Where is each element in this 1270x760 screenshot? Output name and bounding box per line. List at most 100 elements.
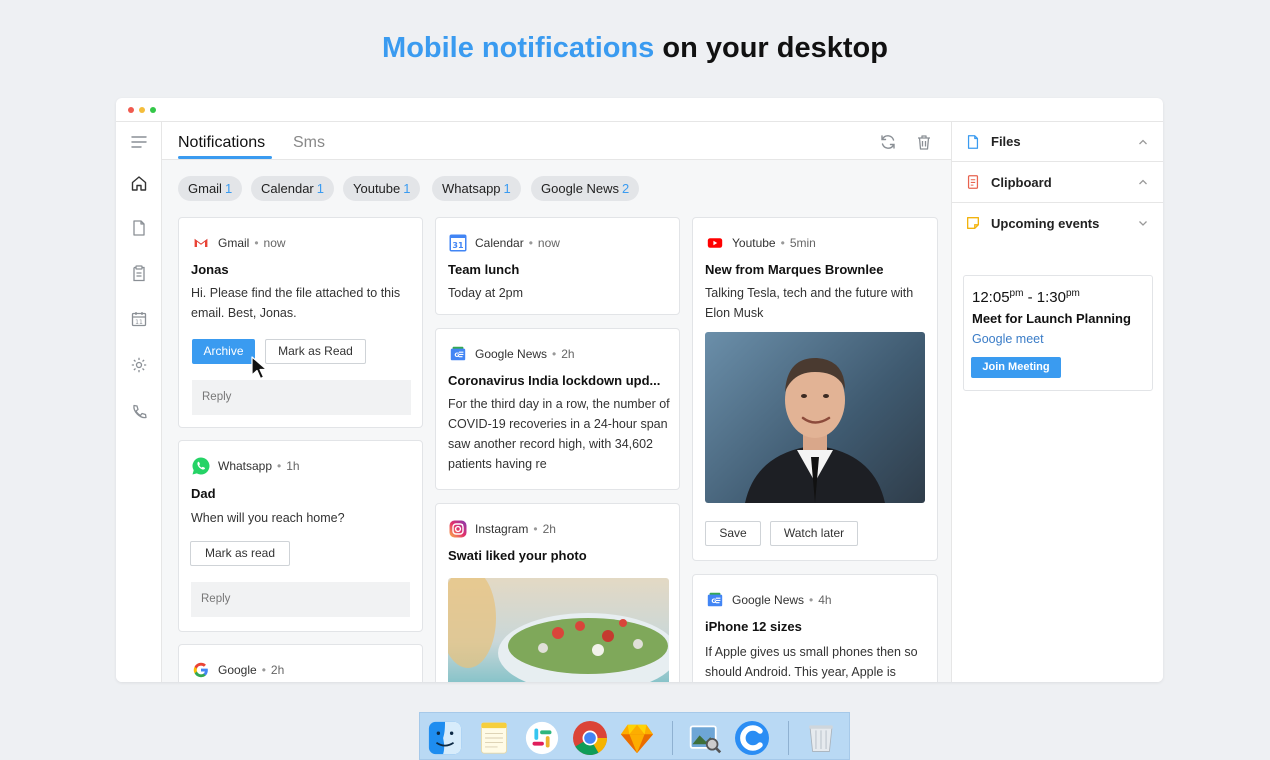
card-body: If Apple gives us small phones then so s… [705,645,918,679]
chip-count: 2 [622,181,630,196]
card-time: 5min [789,236,816,250]
watch-later-button[interactable]: Watch later [770,521,858,546]
tab-sms[interactable]: Sms [293,134,325,152]
notification-card-google-news-2[interactable]: G Google News • 4h iPhone 12 sizes If Appl… [692,574,938,682]
card-app-name: Google [218,663,257,677]
preview-icon[interactable] [686,719,724,757]
filter-chip-gmail[interactable]: Gmail 1 [178,176,243,201]
chevron-up-icon[interactable] [1137,176,1149,188]
notification-card-calendar[interactable]: 31 Calendar • now Team lunch Today at 2pm [435,217,680,315]
headline-accent: Mobile notifications [382,32,655,64]
reply-input[interactable]: Reply [192,380,411,415]
event-location: Google meet [972,332,1044,346]
chevron-down-icon[interactable] [1137,217,1149,229]
reply-input[interactable]: Reply [191,582,410,617]
card-header: G Google News • 2h [448,344,575,364]
card-app-name: Google News [475,347,548,361]
upcoming-events-label: Upcoming events [991,215,1100,231]
tab-bar: Notifications Sms [162,122,951,160]
notifications-panel: Notifications Sms Gmail 1 Calendar 1 Youtu… [162,122,952,682]
svg-text:G: G [711,598,716,605]
chip-label: Whatsapp [442,181,501,196]
event-end: 1:30 [1036,289,1066,306]
slack-icon[interactable] [523,719,561,757]
notification-card-instagram[interactable]: Instagram • 2h Swati liked your photo [435,503,680,682]
chip-count: 1 [503,181,511,196]
archive-button[interactable]: Archive [192,339,255,364]
file-icon[interactable] [129,218,149,238]
calendar-icon-day: 31 [452,241,464,250]
chevron-up-icon[interactable] [1137,136,1149,148]
instagram-icon [448,519,468,539]
notification-card-google[interactable]: Google • 2h [178,644,423,682]
trash-bin-icon[interactable] [802,719,840,757]
video-thumbnail[interactable] [705,332,925,503]
card-title: iPhone 12 sizes [705,619,802,634]
card-app-name: Calendar [475,236,524,250]
filter-chip-calendar[interactable]: Calendar 1 [251,176,334,201]
filter-chip-google-news[interactable]: Google News 2 [531,176,640,201]
app-c-icon[interactable] [733,719,771,757]
clipboard-section-header[interactable]: Clipboard [952,162,1163,203]
card-body: For the third day in a row, the number o… [448,397,670,471]
calendar-icon[interactable]: 11 [129,309,149,329]
home-icon[interactable] [129,173,149,193]
card-app-name: Instagram [475,522,529,536]
headline-rest: on your desktop [654,32,888,64]
close-window-button[interactable] [128,107,134,113]
event-card[interactable]: 12:05pm - 1:30pm Meet for Launch Plannin… [963,275,1153,391]
notes-icon[interactable] [475,719,513,757]
event-start-suffix: pm [1009,288,1024,299]
card-header: Youtube • 5min [705,233,816,253]
side-panel: Files Clipboard Upcoming events 12:05pm … [952,122,1163,682]
sticky-note-icon [964,214,982,232]
notification-card-youtube[interactable]: Youtube • 5min New from Marques Brownlee T… [692,217,938,561]
card-header: Gmail • now [191,233,286,253]
upcoming-events-section-header[interactable]: Upcoming events [952,203,1163,243]
google-news-icon: G [448,344,468,364]
minimize-window-button[interactable] [139,107,145,113]
sketch-icon[interactable] [618,719,656,757]
menu-icon[interactable] [129,132,149,152]
chip-count: 1 [316,181,324,196]
card-time: 4h [818,593,832,607]
nav-rail: 11 [116,122,162,682]
card-time: 2h [542,522,556,536]
zoom-window-button[interactable] [150,107,156,113]
finder-icon[interactable] [426,719,464,757]
filter-chip-whatsapp[interactable]: Whatsapp 1 [432,176,521,201]
files-section-header[interactable]: Files [952,122,1163,162]
gear-icon[interactable] [129,355,149,375]
join-meeting-button[interactable]: Join Meeting [971,357,1061,378]
card-header: 31 Calendar • now [448,233,560,253]
google-calendar-icon: 31 [448,233,468,253]
clipboard-label: Clipboard [991,174,1052,190]
save-button[interactable]: Save [705,521,761,546]
card-title: Team lunch [448,262,520,277]
phone-icon[interactable] [129,402,149,422]
refresh-icon[interactable] [878,132,898,152]
card-time: 2h [561,347,575,361]
card-title: Coronavirus India lockdown upd... [448,373,661,388]
notification-card-google-news-1[interactable]: G Google News • 2h Coronavirus India lockd… [435,328,680,490]
gmail-icon [191,233,211,253]
notification-card-gmail[interactable]: Gmail • now Jonas Hi. Please find the file… [178,217,423,428]
filter-chip-youtube[interactable]: Youtube 1 [343,176,421,201]
tab-notifications[interactable]: Notifications [178,134,265,152]
card-header: Google • 2h [191,660,284,680]
dock [419,712,850,760]
card-app-name: Google News [732,593,805,607]
card-time: 2h [270,663,285,677]
files-label: Files [991,134,1021,149]
clipboard-icon[interactable] [129,263,149,283]
chrome-icon[interactable] [571,719,609,757]
chip-count: 1 [403,181,411,196]
notification-card-whatsapp[interactable]: Whatsapp • 1h Dad When will you reach home… [178,440,423,632]
mark-as-read-button[interactable]: Mark as read [190,541,290,566]
trash-icon[interactable] [914,132,934,152]
mark-as-read-button[interactable]: Mark as Read [265,339,366,364]
youtube-icon [705,233,725,253]
card-header: G Google News • 4h [705,590,832,610]
chip-label: Google News [541,181,620,196]
chip-label: Youtube [353,181,401,196]
